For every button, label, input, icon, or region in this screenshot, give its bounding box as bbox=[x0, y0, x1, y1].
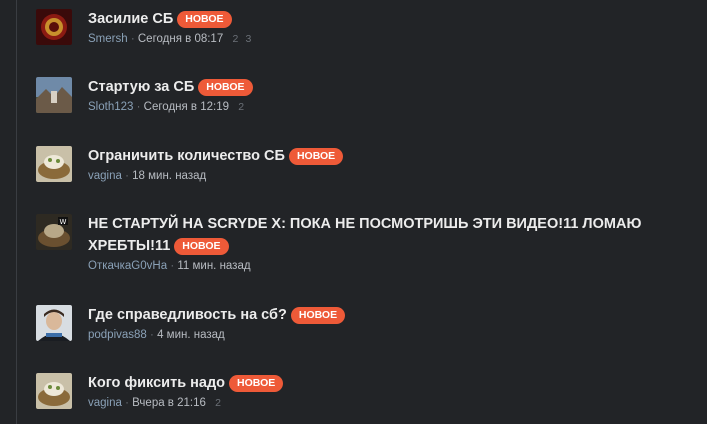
separator: · bbox=[130, 33, 135, 45]
topic-title[interactable]: Засилие СБ НОВОЕ bbox=[88, 8, 707, 30]
view-count: 3 bbox=[245, 33, 252, 45]
topic-date: 4 мин. назад bbox=[157, 329, 225, 341]
avatar[interactable] bbox=[36, 77, 72, 113]
topic-meta: podpivas88 · 4 мин. назад bbox=[88, 327, 707, 343]
topic-title-link[interactable]: Стартую за СБ bbox=[88, 79, 194, 95]
svg-text:W: W bbox=[60, 218, 67, 226]
separator: · bbox=[136, 101, 141, 113]
new-badge: НОВОЕ bbox=[174, 238, 229, 255]
separator: · bbox=[150, 329, 154, 341]
author-link[interactable]: ОткачкаG0vHa bbox=[88, 260, 167, 272]
topic-date: Сегодня в 12:19 bbox=[143, 101, 230, 113]
author-link[interactable]: Sloth123 bbox=[88, 101, 133, 113]
topic-title[interactable]: Кого фиксить надо НОВОЕ bbox=[88, 372, 707, 394]
topic-meta: Sloth123 · Сегодня в 12:19 2 bbox=[88, 99, 707, 115]
left-border bbox=[16, 0, 17, 424]
new-badge: НОВОЕ bbox=[198, 79, 253, 96]
topic-meta: vagina · Вчера в 21:16 2 bbox=[88, 395, 707, 411]
topic-meta: vagina · 18 мин. назад bbox=[88, 168, 707, 184]
avatar[interactable]: W bbox=[36, 214, 72, 250]
topic-title[interactable]: Ограничить количество СБ НОВОЕ bbox=[88, 145, 707, 167]
topic-date: Сегодня в 08:17 bbox=[137, 33, 224, 45]
new-badge: НОВОЕ bbox=[229, 375, 284, 392]
topic-row: Засилие СБ НОВОЕ Smersh · Сегодня в 08:17… bbox=[36, 6, 707, 56]
topic-row: Кого фиксить надо НОВОЕ vagina · Вчера в … bbox=[36, 370, 707, 420]
topic-row: Ограничить количество СБ НОВОЕ vagina · 1… bbox=[36, 143, 707, 193]
reply-count: 2 bbox=[232, 33, 239, 45]
topic-row: Где справедливость на сб? НОВОЕ podpivas8… bbox=[36, 302, 707, 352]
author-link[interactable]: vagina bbox=[88, 397, 122, 409]
topic-title-link[interactable]: Ограничить количество СБ bbox=[88, 148, 285, 164]
avatar[interactable] bbox=[36, 305, 72, 341]
topic-date: 18 мин. назад bbox=[132, 170, 207, 182]
topic-title-link[interactable]: Где справедливость на сб? bbox=[88, 307, 287, 323]
topic-title-link[interactable]: НЕ СТАРТУЙ НА SCRYDE X: ПОКА НЕ ПОСМОТРИ… bbox=[88, 216, 641, 254]
topic-row: W НЕ СТАРТУЙ НА SCRYDE X: ПОКА НЕ ПОСМОТ… bbox=[36, 211, 707, 275]
avatar[interactable] bbox=[36, 9, 72, 45]
new-badge: НОВОЕ bbox=[290, 307, 346, 324]
new-badge: НОВОЕ bbox=[177, 11, 232, 28]
separator: · bbox=[170, 260, 175, 272]
topic-row: Стартую за СБ НОВОЕ Sloth123 · Сегодня в … bbox=[36, 74, 707, 124]
avatar[interactable] bbox=[36, 373, 72, 409]
new-badge: НОВОЕ bbox=[288, 148, 344, 165]
reply-count: 2 bbox=[215, 397, 221, 409]
topic-date: Вчера в 21:16 bbox=[132, 397, 206, 409]
topic-title[interactable]: Стартую за СБ НОВОЕ bbox=[88, 76, 707, 98]
topic-title-link[interactable]: Кого фиксить надо bbox=[88, 375, 225, 391]
separator: · bbox=[125, 397, 129, 409]
author-link[interactable]: podpivas88 bbox=[88, 329, 147, 341]
avatar[interactable] bbox=[36, 146, 72, 182]
topic-title-link[interactable]: Засилие СБ bbox=[88, 11, 173, 27]
separator: · bbox=[125, 170, 129, 182]
author-link[interactable]: vagina bbox=[88, 170, 122, 182]
topic-date: 11 мин. назад bbox=[177, 260, 251, 272]
topic-meta: ОткачкаG0vHa · 11 мин. назад bbox=[88, 258, 677, 274]
author-link[interactable]: Smersh bbox=[88, 33, 128, 45]
reply-count: 2 bbox=[238, 101, 245, 113]
topic-title[interactable]: Где справедливость на сб? НОВОЕ bbox=[88, 304, 707, 326]
topic-title[interactable]: НЕ СТАРТУЙ НА SCRYDE X: ПОКА НЕ ПОСМОТРИ… bbox=[88, 213, 677, 257]
topic-meta: Smersh · Сегодня в 08:17 2 3 bbox=[88, 31, 707, 47]
